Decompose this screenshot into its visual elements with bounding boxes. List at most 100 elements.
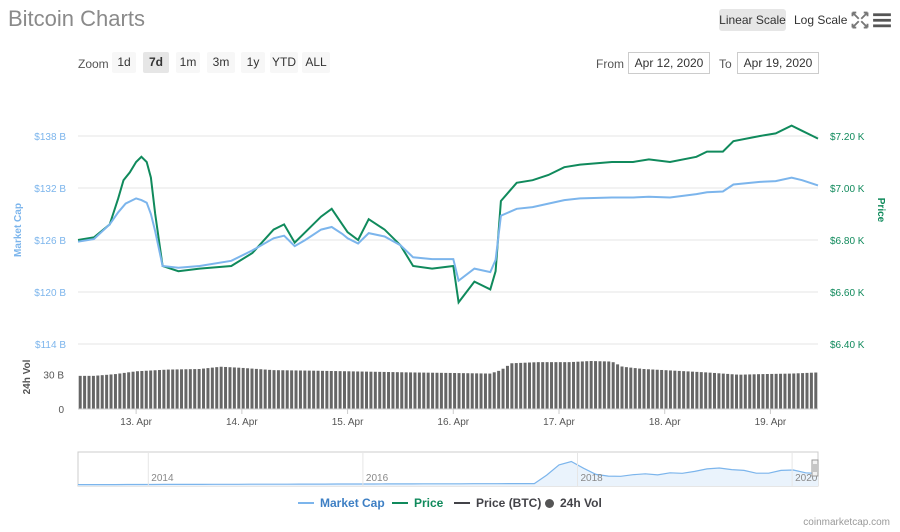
price-line	[77, 124, 819, 305]
volume-bar	[237, 367, 241, 409]
volume-bar	[135, 371, 139, 409]
volume-bar	[519, 362, 523, 409]
volume-bar	[730, 374, 734, 409]
volume-bar	[726, 373, 730, 409]
volume-bar	[162, 369, 166, 409]
volume-bar	[770, 373, 774, 409]
volume-bar	[246, 368, 250, 409]
volume-bar	[149, 370, 153, 409]
volume-bar	[717, 373, 721, 409]
volume-bar	[439, 372, 443, 409]
volume-bar	[334, 371, 338, 409]
volume-bar	[611, 362, 615, 409]
volume-bar	[250, 368, 254, 409]
volume-bar	[360, 371, 364, 409]
volume-bar	[585, 361, 589, 409]
volume-bar	[193, 369, 197, 409]
volume-bar	[127, 372, 131, 409]
left-tick-label: $138 B	[34, 132, 66, 143]
legend-price-btc[interactable]: Price (BTC)	[454, 496, 541, 510]
volume-bar	[690, 371, 694, 409]
volume-bar	[783, 373, 787, 409]
volume-bar	[576, 361, 580, 409]
volume-bar	[232, 367, 236, 409]
volume-bar	[466, 373, 470, 409]
volume-bar	[356, 371, 360, 409]
navigator-year-label: 2016	[366, 473, 389, 484]
volume-bar	[180, 369, 184, 409]
volume-bar	[91, 375, 95, 409]
legend-market-cap-label: Market Cap	[320, 496, 385, 510]
volume-bar	[673, 370, 677, 409]
volume-bar	[470, 373, 474, 409]
volume-bar	[431, 372, 435, 409]
volume-bar	[382, 371, 386, 409]
legend-24h-vol-label: 24h Vol	[560, 496, 602, 510]
volume-bar	[131, 371, 135, 409]
volume-bar	[184, 369, 188, 409]
volume-bar	[514, 363, 518, 409]
volume-bar	[144, 370, 148, 409]
volume-bar	[197, 369, 201, 409]
volume-bar	[140, 370, 144, 409]
left-tick-label: $114 B	[35, 340, 66, 351]
volume-bar	[814, 372, 818, 409]
volume-bar	[607, 361, 611, 409]
right-tick-label: $7.00 K	[830, 184, 865, 195]
volume-bar	[307, 370, 311, 409]
navigator-handle[interactable]	[811, 459, 819, 477]
volume-bar	[457, 373, 461, 409]
x-tick-label: 17. Apr	[543, 417, 575, 428]
volume-bar	[263, 369, 267, 409]
volume-bar	[272, 370, 276, 409]
volume-bar	[325, 370, 329, 409]
right-tick-label: $6.80 K	[830, 236, 865, 247]
volume-bar	[505, 365, 509, 409]
left-tick-label: $132 B	[34, 184, 66, 195]
volume-bar	[268, 369, 272, 409]
credit-link[interactable]: coinmarketcap.com	[803, 517, 890, 528]
volume-bar	[633, 368, 637, 409]
x-tick-label: 15. Apr	[332, 417, 364, 428]
market-cap-line	[77, 176, 819, 283]
volume-bar	[655, 369, 659, 409]
left-tick-label: $126 B	[34, 236, 66, 247]
volume-bar	[294, 370, 298, 409]
legend-market-cap[interactable]: Market Cap	[298, 496, 385, 510]
volume-bar	[624, 367, 628, 409]
volume-bar	[664, 370, 668, 409]
legend-price[interactable]: Price	[392, 496, 443, 510]
volume-bar	[329, 370, 333, 409]
volume-bar	[100, 375, 104, 409]
volume-bar	[765, 374, 769, 409]
left-tick-label: $120 B	[34, 288, 66, 299]
legend-24h-vol[interactable]: 24h Vol	[545, 496, 602, 510]
volume-bar	[743, 374, 747, 409]
volume-bar	[206, 368, 210, 409]
volume-axis-title: 24h Vol	[22, 359, 33, 394]
volume-bar	[435, 372, 439, 409]
volume-bar	[461, 373, 465, 409]
volume-bar	[536, 362, 540, 409]
volume-bar	[338, 371, 342, 409]
volume-bar	[488, 373, 492, 409]
volume-bar	[259, 369, 263, 409]
volume-bar	[580, 361, 584, 409]
volume-bar	[316, 370, 320, 409]
volume-bar	[616, 364, 620, 409]
volume-bar	[497, 370, 501, 409]
x-tick-label: 14. Apr	[226, 417, 258, 428]
volume-bar	[219, 366, 223, 409]
volume-bar	[157, 370, 161, 409]
volume-bar	[510, 363, 514, 409]
volume-bar	[312, 370, 316, 409]
volume-bar	[320, 370, 324, 409]
navigator-year-label: 2014	[151, 473, 174, 484]
volume-bar	[122, 372, 126, 409]
volume-bar	[682, 371, 686, 409]
volume-bar	[400, 372, 404, 409]
volume-bar	[554, 362, 558, 409]
volume-bar	[395, 372, 399, 409]
volume-bar	[254, 368, 258, 409]
volume-bar	[391, 372, 395, 409]
